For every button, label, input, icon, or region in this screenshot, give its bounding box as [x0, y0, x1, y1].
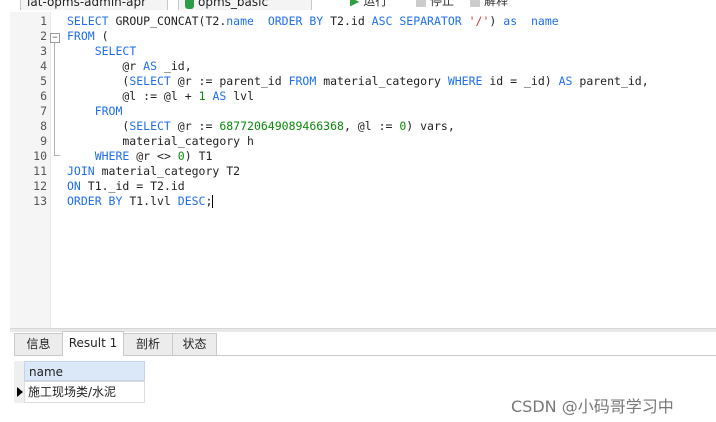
text-caret — [212, 195, 214, 208]
watermark: CSDN @小码哥学习中 — [511, 397, 674, 416]
explain-button[interactable]: 解释 — [470, 0, 508, 10]
line-number: 1 — [40, 14, 47, 28]
database-label: opms_basic — [198, 0, 269, 9]
line-number: 13 — [33, 194, 47, 208]
current-row-arrow-icon — [17, 387, 23, 397]
explain-icon — [470, 0, 480, 7]
code-line: ORDER BY T1.lvl DESC; — [67, 194, 214, 208]
code-line: @r AS _id, — [67, 59, 192, 73]
code-line: (SELECT @r := parent_id FROM material_ca… — [67, 74, 649, 88]
tab-status[interactable]: 状态 — [172, 333, 217, 355]
code-line: SELECT GROUP_CONCAT(T2.name ORDER BY T2.… — [67, 14, 559, 28]
line-number: 6 — [40, 89, 47, 103]
code-line: WHERE @r <> 0) T1 — [94, 149, 213, 163]
fold-guide — [54, 43, 55, 155]
code-line: SELECT — [94, 44, 137, 58]
code-line: @l := @l + 1 AS lvl — [67, 89, 254, 103]
table-cell[interactable]: 施工现场类/水泥 — [24, 381, 145, 403]
stop-button[interactable]: 停止 — [416, 0, 454, 10]
line-number: 8 — [40, 119, 47, 133]
stop-icon — [416, 0, 426, 7]
play-icon: ▶ — [350, 0, 360, 8]
code-line: material_category h — [67, 134, 254, 148]
column-header-name[interactable]: name — [24, 361, 145, 381]
run-label: 运行 — [363, 0, 388, 8]
run-button[interactable]: ▶ 运行 — [350, 0, 387, 10]
line-number: 10 — [33, 149, 47, 163]
connection-tab[interactable]: lat-opms-admin-apr — [20, 0, 168, 10]
code-line: FROM ( — [67, 29, 109, 43]
database-tab[interactable]: opms_basic — [178, 0, 312, 10]
database-icon — [185, 0, 194, 9]
line-number: 9 — [40, 134, 47, 148]
line-number: 7 — [40, 104, 47, 118]
tab-result-1[interactable]: Result 1 — [62, 331, 124, 356]
query-toolbar: lat-opms-admin-apr opms_basic ▶ 运行 停止 解释 — [0, 0, 716, 10]
line-number: 2 — [40, 29, 47, 43]
line-number: 5 — [40, 74, 47, 88]
line-number: 12 — [33, 179, 47, 193]
code-line: ON T1._id = T2.id — [67, 179, 185, 193]
line-number: 3 — [40, 44, 47, 58]
fold-toggle-icon[interactable]: − — [50, 33, 60, 43]
tab-profile[interactable]: 剖析 — [123, 333, 173, 355]
line-number: 11 — [33, 164, 47, 178]
result-tabs: 信息 Result 1 剖析 状态 — [14, 331, 716, 356]
fold-guide-end — [54, 155, 60, 156]
stop-label: 停止 — [430, 0, 455, 8]
line-number: 4 — [40, 59, 47, 73]
tab-info[interactable]: 信息 — [14, 333, 63, 355]
connection-label: lat-opms-admin-apr — [27, 0, 147, 9]
code-line: FROM — [94, 104, 123, 118]
explain-label: 解释 — [484, 0, 509, 8]
code-line: (SELECT @r := 687720649089466368, @l := … — [67, 119, 455, 133]
code-line: JOIN material_category T2 — [67, 164, 241, 178]
sql-editor[interactable]: 1 2 3 4 5 6 7 8 9 10 11 12 13 − SELECT G… — [10, 12, 716, 328]
